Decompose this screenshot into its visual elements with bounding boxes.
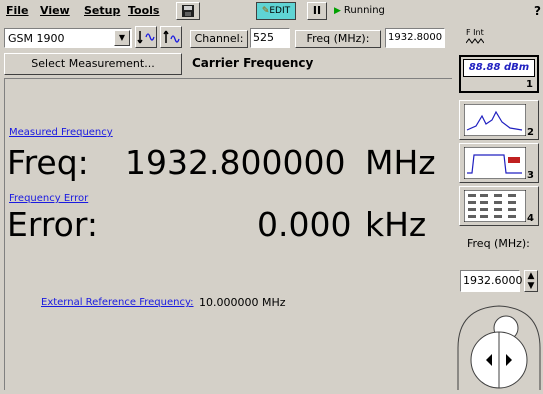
- view-number: 3: [527, 170, 534, 181]
- chevron-down-icon[interactable]: ▼: [114, 30, 130, 46]
- standard-select-value: GSM 1900: [8, 32, 65, 45]
- freq-result-prefix: Freq:: [7, 143, 89, 182]
- frequency-error-link[interactable]: Frequency Error: [9, 193, 88, 204]
- knob-control[interactable]: [456, 298, 542, 390]
- freq-input[interactable]: 1932.8000: [385, 28, 445, 48]
- power-vs-time-icon: [464, 147, 526, 179]
- view-number: 4: [527, 213, 534, 224]
- menu-view[interactable]: View: [40, 4, 70, 17]
- numeric-readout-icon: 88.88 dBm: [463, 59, 535, 77]
- pause-icon: II: [312, 4, 322, 17]
- measurement-title: Carrier Frequency: [192, 56, 314, 70]
- menu-setup[interactable]: Setup: [84, 4, 120, 17]
- view-button-numeric[interactable]: 88.88 dBm 1: [459, 55, 539, 93]
- external-reference-value: 10.000000 MHz: [199, 296, 286, 309]
- channel-input[interactable]: 525: [250, 28, 290, 48]
- chevron-up-icon[interactable]: ▲: [525, 271, 537, 281]
- view-button-table[interactable]: 4: [459, 186, 539, 226]
- external-reference-link[interactable]: External Reference Frequency:: [41, 297, 194, 308]
- edit-label: EDIT: [269, 6, 291, 16]
- spin-buttons[interactable]: ▲ ▼: [524, 270, 538, 292]
- freq-label[interactable]: Freq (MHz):: [295, 30, 381, 48]
- error-result-unit: kHz: [365, 205, 427, 244]
- table-grid-icon: [464, 190, 526, 222]
- reference-status-text: F Int: [466, 28, 484, 37]
- run-status: ▶ Running: [334, 5, 385, 16]
- chevron-down-icon[interactable]: ▼: [525, 281, 537, 291]
- menu-bar: File View Setup Tools ✎EDIT II ▶ Running …: [0, 0, 543, 22]
- floppy-disk-icon: [182, 5, 194, 17]
- spectrum-trace-icon: [464, 104, 526, 136]
- standard-select[interactable]: GSM 1900 ▼: [4, 28, 132, 48]
- waveform-icon: [465, 38, 485, 44]
- view-number: 2: [527, 127, 534, 138]
- view-button-power-vs-time[interactable]: 3: [459, 143, 539, 183]
- reference-status: F Int: [465, 28, 485, 47]
- signal-tool-button-2[interactable]: [160, 26, 182, 48]
- run-status-text: Running: [343, 5, 385, 16]
- freq-result-value: 1932.800000: [125, 143, 346, 182]
- signal-arrows-icon: [137, 31, 155, 44]
- view-button-spectrum[interactable]: 2: [459, 100, 539, 140]
- active-parameter-input[interactable]: 1932.6000: [460, 270, 523, 292]
- freq-result-unit: MHz: [365, 143, 436, 182]
- active-parameter-label: Freq (MHz):: [467, 237, 530, 250]
- help-button[interactable]: ?: [534, 4, 541, 18]
- pause-button[interactable]: II: [307, 2, 327, 20]
- menu-tools[interactable]: Tools: [128, 4, 159, 17]
- play-icon: ▶: [334, 6, 341, 16]
- select-measurement-button[interactable]: Select Measurement...: [4, 53, 182, 75]
- measured-frequency-link[interactable]: Measured Frequency: [9, 127, 113, 138]
- signal-tool-button[interactable]: [135, 26, 157, 48]
- signal-up-arrows-icon: [163, 30, 180, 43]
- error-result-value: 0.000: [257, 205, 352, 244]
- save-button[interactable]: [176, 2, 200, 20]
- menu-file[interactable]: File: [6, 4, 29, 17]
- error-result-prefix: Error:: [7, 205, 98, 244]
- results-panel: Measured Frequency Freq: 1932.800000 MHz…: [4, 78, 452, 390]
- edit-mode-button[interactable]: ✎EDIT: [256, 2, 296, 20]
- view-number: 1: [526, 79, 533, 90]
- channel-label[interactable]: Channel:: [190, 30, 248, 48]
